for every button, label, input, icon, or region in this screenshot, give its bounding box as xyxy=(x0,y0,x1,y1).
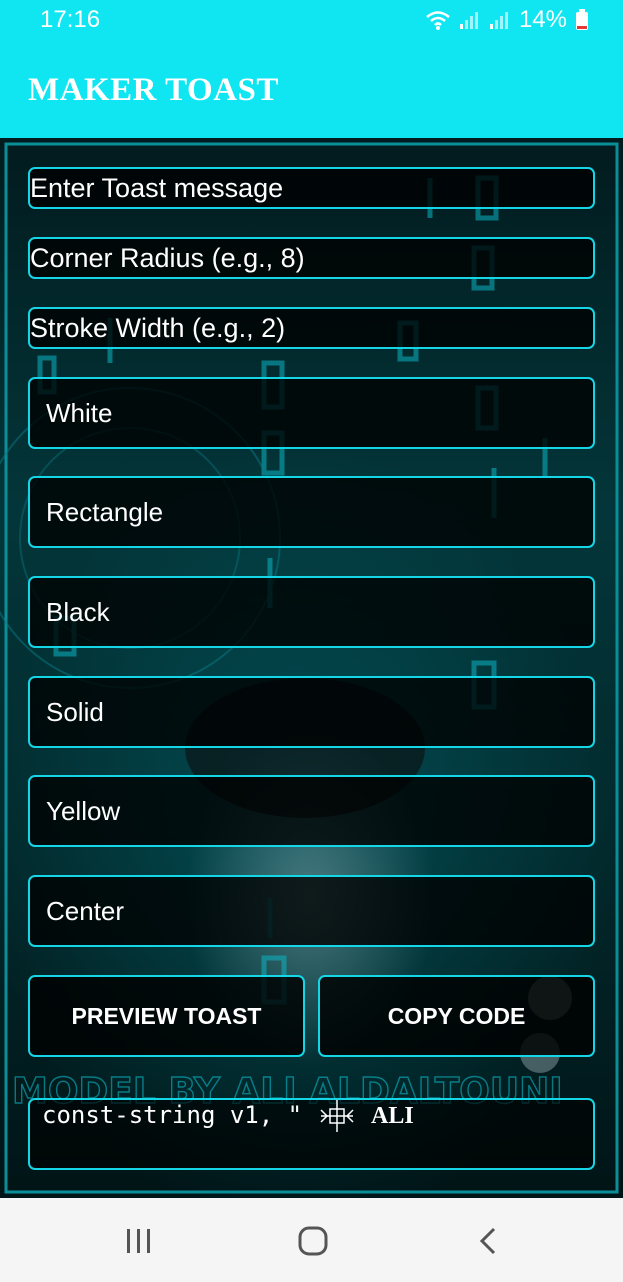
navigation-bar xyxy=(0,1198,623,1282)
battery-icon xyxy=(576,9,588,30)
wifi-icon xyxy=(426,11,450,30)
shape-select[interactable]: Rectangle xyxy=(28,476,595,548)
back-icon[interactable] xyxy=(478,1227,498,1255)
shape-value: Rectangle xyxy=(46,497,164,527)
stroke-color-value: Yellow xyxy=(46,796,121,826)
toast-message-hint: Enter Toast message xyxy=(30,173,284,203)
app-title: MAKER TOAST xyxy=(28,72,279,108)
toast-message-input[interactable]: Enter Toast message xyxy=(28,167,595,209)
code-signature: ALI xyxy=(371,1103,414,1129)
stroke-color-select[interactable]: Yellow xyxy=(28,775,595,847)
background-color-select[interactable]: Black xyxy=(28,576,595,648)
ornament-glyph-icon xyxy=(320,1100,354,1132)
stroke-width-input[interactable]: Stroke Width (e.g., 2) xyxy=(28,307,595,349)
signal-icon-sim1 xyxy=(459,12,478,29)
preview-toast-button[interactable]: PREVIEW TOAST xyxy=(28,975,305,1057)
battery-percent: 14% xyxy=(518,6,567,33)
text-color-select[interactable]: White xyxy=(28,377,595,449)
background-color-value: Black xyxy=(46,597,110,627)
stroke-width-hint: Stroke Width (e.g., 2) xyxy=(30,313,286,343)
gravity-select[interactable]: Center xyxy=(28,875,595,947)
status-bar: 17:16 14% xyxy=(0,0,623,42)
code-output-box[interactable]: const-string v1, " ALI xyxy=(28,1098,595,1170)
code-snippet: const-string v1, " xyxy=(42,1101,303,1129)
status-icons: 14% xyxy=(425,6,589,34)
recent-apps-icon[interactable] xyxy=(124,1228,154,1254)
stroke-style-select[interactable]: Solid xyxy=(28,676,595,748)
code-output-text: const-string v1, " ALI xyxy=(42,1098,414,1134)
text-color-value: White xyxy=(46,398,113,428)
status-time: 17:16 xyxy=(40,6,101,33)
gravity-value: Center xyxy=(46,896,125,926)
copy-code-button[interactable]: COPY CODE xyxy=(318,975,595,1057)
corner-radius-hint: Corner Radius (e.g., 8) xyxy=(30,243,305,273)
stroke-style-value: Solid xyxy=(46,697,104,727)
content-area: MODEL BY ALI ALDALTOUNI Enter Toast mess… xyxy=(0,138,623,1198)
corner-radius-input[interactable]: Corner Radius (e.g., 8) xyxy=(28,237,595,279)
home-icon[interactable] xyxy=(298,1226,328,1256)
signal-icon-sim2 xyxy=(489,12,508,29)
app-bar: MAKER TOAST xyxy=(0,42,623,138)
